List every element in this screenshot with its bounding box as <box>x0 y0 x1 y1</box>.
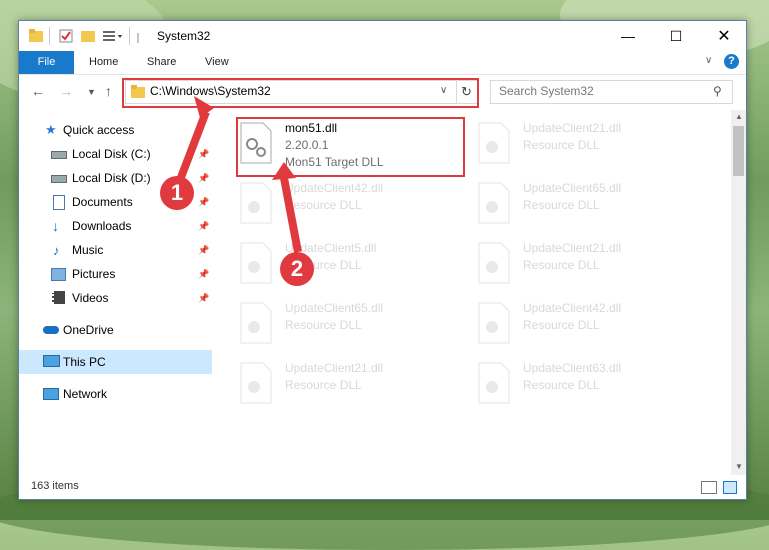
arrowhead-1 <box>194 96 214 118</box>
callout-badge-1: 1 <box>160 176 194 210</box>
callout-badge-2: 2 <box>280 252 314 286</box>
arrow-2 <box>280 177 302 253</box>
arrow-1 <box>176 110 210 182</box>
annotation-arrows <box>176 96 302 253</box>
arrowhead-2 <box>272 162 296 180</box>
